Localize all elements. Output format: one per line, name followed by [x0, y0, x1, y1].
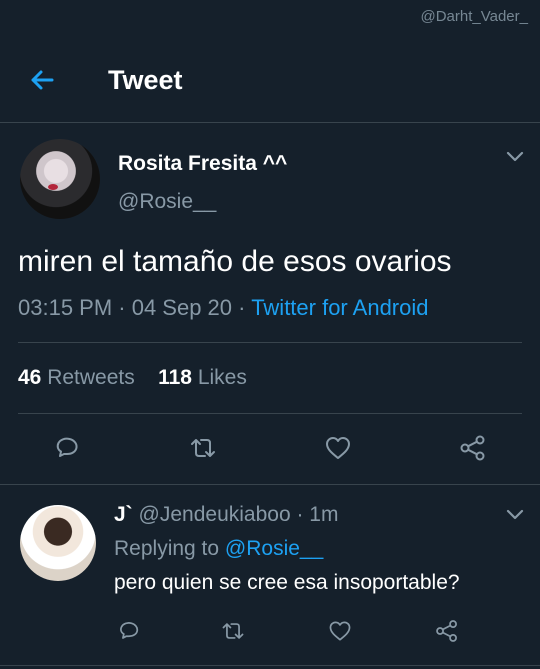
like-icon	[329, 621, 351, 641]
likes-stat[interactable]: 118 Likes	[158, 366, 247, 389]
reply-header: J` @Jendeukiaboo · 1m	[114, 503, 338, 527]
divider	[0, 665, 540, 666]
main-tweet: Rosita Fresita ^^ @Rosie__ miren el tama…	[0, 123, 540, 485]
retweet-icon	[191, 439, 215, 457]
share-button[interactable]	[458, 433, 488, 463]
tweet-text: miren el tamaño de esos ovarios	[18, 245, 452, 278]
reply-icon	[120, 622, 139, 639]
like-button[interactable]	[323, 433, 353, 463]
header-bar: Tweet	[0, 36, 540, 123]
mention-link[interactable]: @Rosie__	[225, 537, 323, 560]
divider	[18, 413, 522, 414]
reply-reply-button[interactable]	[116, 618, 142, 644]
like-icon	[326, 437, 350, 459]
reply-retweet-button[interactable]	[220, 618, 246, 644]
tweet-stats: 46 Retweets 118 Likes	[18, 366, 247, 390]
back-button[interactable]	[28, 66, 56, 94]
share-icon	[436, 620, 457, 642]
page-title: Tweet	[108, 65, 183, 95]
reply-avatar[interactable]	[20, 505, 96, 581]
reply-handle-time: @Jendeukiaboo · 1m	[138, 503, 339, 526]
reply-menu-button[interactable]	[506, 509, 524, 521]
author-name[interactable]: Rosita Fresita ^^	[118, 152, 287, 176]
avatar[interactable]	[20, 139, 100, 219]
replying-to-line: Replying to @Rosie__	[114, 537, 323, 561]
share-icon	[460, 435, 485, 461]
tweet-menu-button[interactable]	[506, 151, 524, 163]
reply-share-button[interactable]	[434, 618, 460, 644]
tweet-actions	[0, 433, 540, 467]
tweet-meta: 03:15 PM · 04 Sep 20 · Twitter for Andro…	[18, 295, 429, 321]
retweet-count: 46	[18, 366, 42, 389]
retweet-icon	[222, 623, 244, 639]
like-count: 118	[158, 366, 192, 389]
arrow-left-icon	[31, 70, 54, 90]
replying-to-label: Replying to	[114, 537, 220, 560]
reply-text: pero quien se cree esa insoportable?	[114, 571, 460, 594]
reply-author-name[interactable]: J`	[114, 503, 133, 526]
retweets-label: Retweets	[47, 366, 135, 389]
tweet-source-link[interactable]: Twitter for Android	[251, 295, 428, 320]
reply-button[interactable]	[52, 433, 82, 463]
likes-label: Likes	[197, 366, 247, 389]
reply-icon	[56, 437, 78, 457]
chevron-down-icon	[506, 151, 524, 162]
tweet-timestamp: 03:15 PM · 04 Sep 20 ·	[18, 295, 246, 320]
watermark: @Darht_Vader_	[420, 8, 528, 25]
chevron-down-icon	[506, 509, 524, 520]
reply-like-button[interactable]	[327, 618, 353, 644]
divider	[18, 342, 522, 343]
reply-tweet[interactable]: J` @Jendeukiaboo · 1m Replying to @Rosie…	[0, 485, 540, 669]
author-handle[interactable]: @Rosie__	[118, 190, 216, 214]
retweets-stat[interactable]: 46 Retweets	[18, 366, 135, 389]
retweet-button[interactable]	[188, 433, 218, 463]
